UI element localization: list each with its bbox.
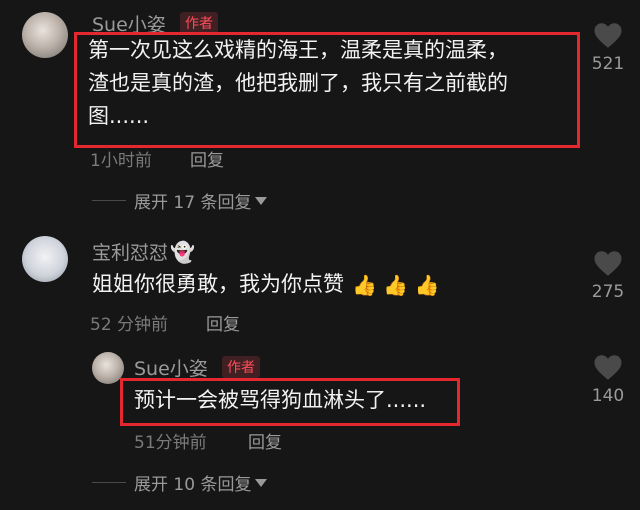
heart-icon [594, 355, 622, 380]
comment-text[interactable]: 第一次见这么戏精的海王，温柔是真的温柔， 渣也是真的渣，他把我删了，我只有之前截… [88, 34, 573, 133]
comment-username[interactable]: 宝利怼怼 [92, 238, 168, 265]
author-badge: 作者 [180, 12, 218, 34]
like-button[interactable]: 140 [578, 354, 638, 410]
comment-text-body: 姐姐你很勇敢，我为你点赞 [92, 272, 344, 296]
reply-button[interactable]: 回复 [190, 146, 224, 171]
reply-button[interactable]: 回复 [248, 428, 282, 453]
divider-line [92, 200, 126, 201]
like-count: 521 [591, 54, 625, 74]
expand-replies-label: 展开 17 条回复 [134, 193, 252, 213]
comment-time: 52 分钟前 [90, 315, 169, 335]
ghost-icon: 👻 [170, 239, 195, 264]
like-button[interactable]: 521 [578, 22, 638, 78]
heart-icon [594, 251, 622, 276]
comment-text-line: 图...... [88, 104, 150, 128]
like-count: 275 [591, 282, 625, 302]
avatar[interactable] [22, 236, 68, 282]
comment-text-line: 渣也是真的渣，他把我删了，我只有之前截的 [88, 71, 508, 95]
divider-line [92, 482, 126, 483]
thumbs-up-icon: 👍 👍 👍 [352, 272, 440, 297]
caret-down-icon [255, 478, 268, 487]
like-count: 140 [591, 386, 625, 406]
comment-time: 51分钟前 [134, 433, 207, 453]
comment-text-line: 第一次见这么戏精的海王，温柔是真的温柔， [88, 38, 508, 62]
comment-text[interactable]: 姐姐你很勇敢，我为你点赞 👍 👍 👍 [92, 268, 439, 301]
reply-button[interactable]: 回复 [206, 310, 240, 335]
caret-down-icon [255, 196, 268, 205]
expand-replies-label: 展开 10 条回复 [134, 475, 252, 495]
comment-time: 1小时前 [90, 151, 152, 171]
comment-username[interactable]: Sue小姿 [134, 354, 208, 381]
avatar[interactable] [22, 12, 68, 58]
author-badge: 作者 [222, 356, 260, 378]
comment-username-row: 宝利怼怼 👻 [92, 238, 195, 265]
like-button[interactable]: 275 [578, 250, 638, 306]
heart-icon [594, 23, 622, 48]
comment-text[interactable]: 预计一会被骂得狗血淋头了...... [134, 386, 426, 414]
expand-replies-button[interactable]: 展开 17 条回复 [134, 188, 268, 213]
expand-replies-button[interactable]: 展开 10 条回复 [134, 470, 268, 495]
